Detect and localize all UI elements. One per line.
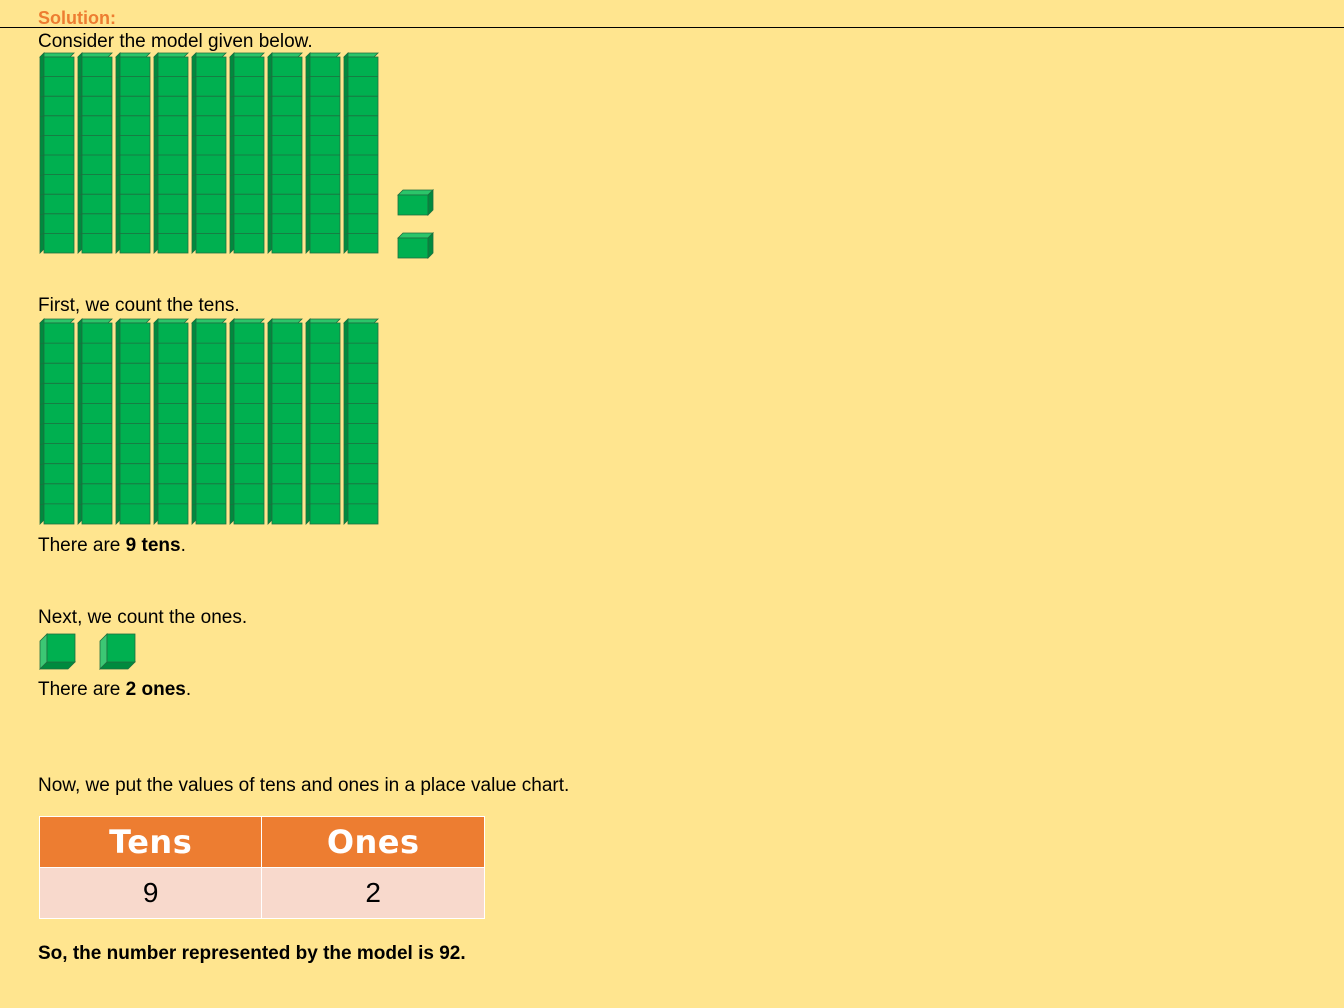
solution-heading: Solution: bbox=[38, 8, 116, 28]
tens-rod bbox=[305, 318, 341, 525]
ones-header: Ones bbox=[261, 816, 485, 868]
count-tens-text: First, we count the tens. bbox=[38, 295, 240, 316]
tens-rod bbox=[343, 52, 379, 254]
ones-cube bbox=[397, 189, 434, 216]
tens-rod bbox=[153, 52, 189, 254]
tens-rod bbox=[191, 318, 227, 525]
tens-rod bbox=[191, 52, 227, 254]
tens-value: 9 bbox=[38, 867, 263, 919]
divider-line bbox=[0, 27, 1344, 28]
count-ones-text: Next, we count the ones. bbox=[38, 607, 248, 628]
ones-cube bbox=[39, 633, 76, 670]
tens-rod bbox=[305, 52, 341, 254]
tens-rod bbox=[77, 52, 113, 254]
place-value-chart: Tens Ones 9 2 bbox=[38, 816, 485, 919]
tens-rod bbox=[39, 52, 75, 254]
ones-count: 2 ones bbox=[125, 679, 186, 700]
ones-result-text: There are 2 ones. bbox=[38, 679, 192, 700]
tens-rod bbox=[343, 318, 379, 525]
conclusion-text: So, the number represented by the model … bbox=[38, 943, 466, 964]
tens-rod bbox=[229, 52, 265, 254]
tens-count: 9 tens bbox=[125, 535, 181, 556]
tens-rod bbox=[229, 318, 265, 525]
place-value-intro: Now, we put the values of tens and ones … bbox=[38, 775, 570, 796]
ones-value: 2 bbox=[261, 867, 485, 919]
tens-rod bbox=[267, 318, 303, 525]
intro-text: Consider the model given below. bbox=[38, 31, 313, 52]
ones-cube bbox=[99, 633, 136, 670]
tens-rod bbox=[115, 318, 151, 525]
tens-rod bbox=[39, 318, 75, 525]
tens-rod bbox=[77, 318, 113, 525]
tens-header: Tens bbox=[38, 816, 263, 868]
ones-cube bbox=[397, 232, 434, 259]
tens-rod bbox=[153, 318, 189, 525]
tens-result-text: There are 9 tens. bbox=[38, 535, 186, 556]
ones-cubes-model bbox=[39, 633, 136, 670]
tens-rod bbox=[267, 52, 303, 254]
tens-rod bbox=[115, 52, 151, 254]
